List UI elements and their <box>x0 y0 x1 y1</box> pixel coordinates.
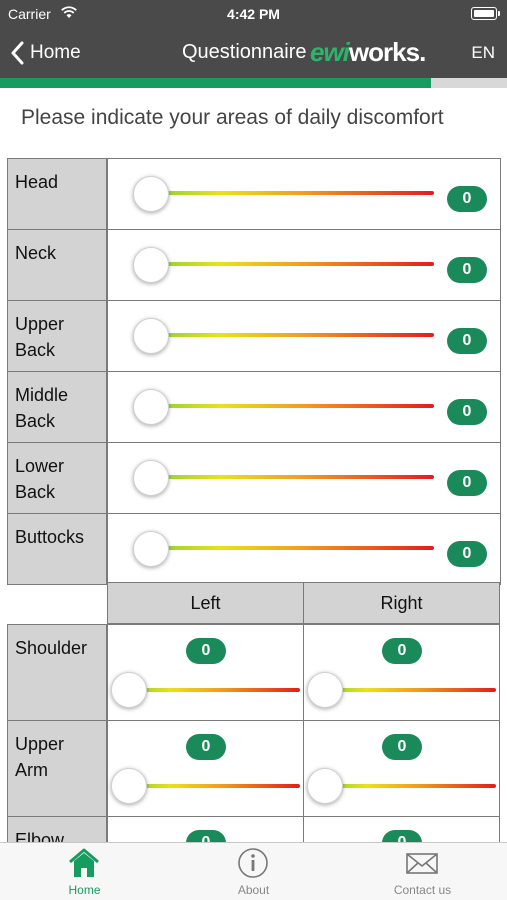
left-value-badge: 0 <box>186 638 226 664</box>
progress-fill <box>0 78 431 88</box>
language-selector[interactable]: EN <box>471 43 495 63</box>
slider-track[interactable] <box>324 688 496 692</box>
right-value-badge: 0 <box>382 638 422 664</box>
tab-about[interactable]: About <box>169 843 338 900</box>
right-discomfort-slider-cell: 0 <box>303 720 500 817</box>
discomfort-slider-cell: 0 <box>107 300 501 372</box>
right-column-header: Right <box>303 582 500 624</box>
body-area-label: Shoulder <box>7 624 107 721</box>
tab-contact-label: Contact us <box>393 883 452 897</box>
page-title: Questionnaire <box>182 41 307 63</box>
slider-track[interactable] <box>128 688 300 692</box>
value-badge: 0 <box>447 541 487 567</box>
right-value-badge: 0 <box>382 734 422 760</box>
tab-about-label: About <box>237 883 270 897</box>
slider-thumb[interactable] <box>133 176 169 212</box>
left-column-header: Left <box>107 582 304 624</box>
tab-contact[interactable]: Contact us <box>338 843 507 900</box>
left-value-badge: 0 <box>186 734 226 760</box>
slider-track[interactable] <box>150 404 434 408</box>
tab-bar: Home About Contact us <box>0 842 507 900</box>
value-badge: 0 <box>447 257 487 283</box>
slider-track[interactable] <box>150 546 434 550</box>
slider-track[interactable] <box>128 784 300 788</box>
question-heading: Please indicate your areas of daily disc… <box>21 106 444 129</box>
body-area-label: Head <box>7 158 107 230</box>
tab-home-label: Home <box>68 883 101 897</box>
mail-icon <box>406 853 438 874</box>
slider-track[interactable] <box>150 262 434 266</box>
back-label: Home <box>30 42 81 63</box>
value-badge: 0 <box>447 328 487 354</box>
questionnaire-progress <box>0 78 507 88</box>
back-button[interactable]: Home <box>10 38 81 68</box>
slider-thumb[interactable] <box>111 768 147 804</box>
slider-thumb[interactable] <box>111 672 147 708</box>
slider-thumb[interactable] <box>133 460 169 496</box>
body-area-label: Lower Back <box>7 442 107 514</box>
body-area-label: Buttocks <box>7 513 107 585</box>
slider-thumb[interactable] <box>133 247 169 283</box>
slider-thumb[interactable] <box>133 389 169 425</box>
value-badge: 0 <box>447 470 487 496</box>
discomfort-slider-cell: 0 <box>107 371 501 443</box>
body-area-label: Upper Arm <box>7 720 107 817</box>
navigation-bar: Home Questionnaire ewiworks. EN <box>0 28 507 78</box>
slider-thumb[interactable] <box>133 318 169 354</box>
slider-track[interactable] <box>150 333 434 337</box>
value-badge: 0 <box>447 399 487 425</box>
body-area-label: Neck <box>7 229 107 301</box>
left-discomfort-slider-cell: 0 <box>107 720 304 817</box>
slider-track[interactable] <box>150 191 434 195</box>
battery-icon <box>471 7 500 20</box>
body-area-label: Upper Back <box>7 300 107 372</box>
info-icon <box>238 848 268 878</box>
discomfort-slider-cell: 0 <box>107 158 501 230</box>
slider-track[interactable] <box>150 475 434 479</box>
slider-thumb[interactable] <box>307 768 343 804</box>
left-discomfort-slider-cell: 0 <box>107 624 304 721</box>
discomfort-slider-cell: 0 <box>107 229 501 301</box>
right-discomfort-slider-cell: 0 <box>303 624 500 721</box>
slider-thumb[interactable] <box>307 672 343 708</box>
slider-thumb[interactable] <box>133 531 169 567</box>
status-bar: Carrier 4:42 PM <box>0 0 507 28</box>
discomfort-slider-cell: 0 <box>107 513 501 585</box>
body-area-label: Middle Back <box>7 371 107 443</box>
home-icon <box>69 848 99 877</box>
tab-home[interactable]: Home <box>0 843 169 900</box>
clock: 4:42 PM <box>227 6 280 22</box>
slider-track[interactable] <box>324 784 496 788</box>
chevron-left-icon <box>11 41 24 65</box>
ewiworks-logo: ewiworks. <box>310 37 426 67</box>
value-badge: 0 <box>447 186 487 212</box>
discomfort-slider-cell: 0 <box>107 442 501 514</box>
